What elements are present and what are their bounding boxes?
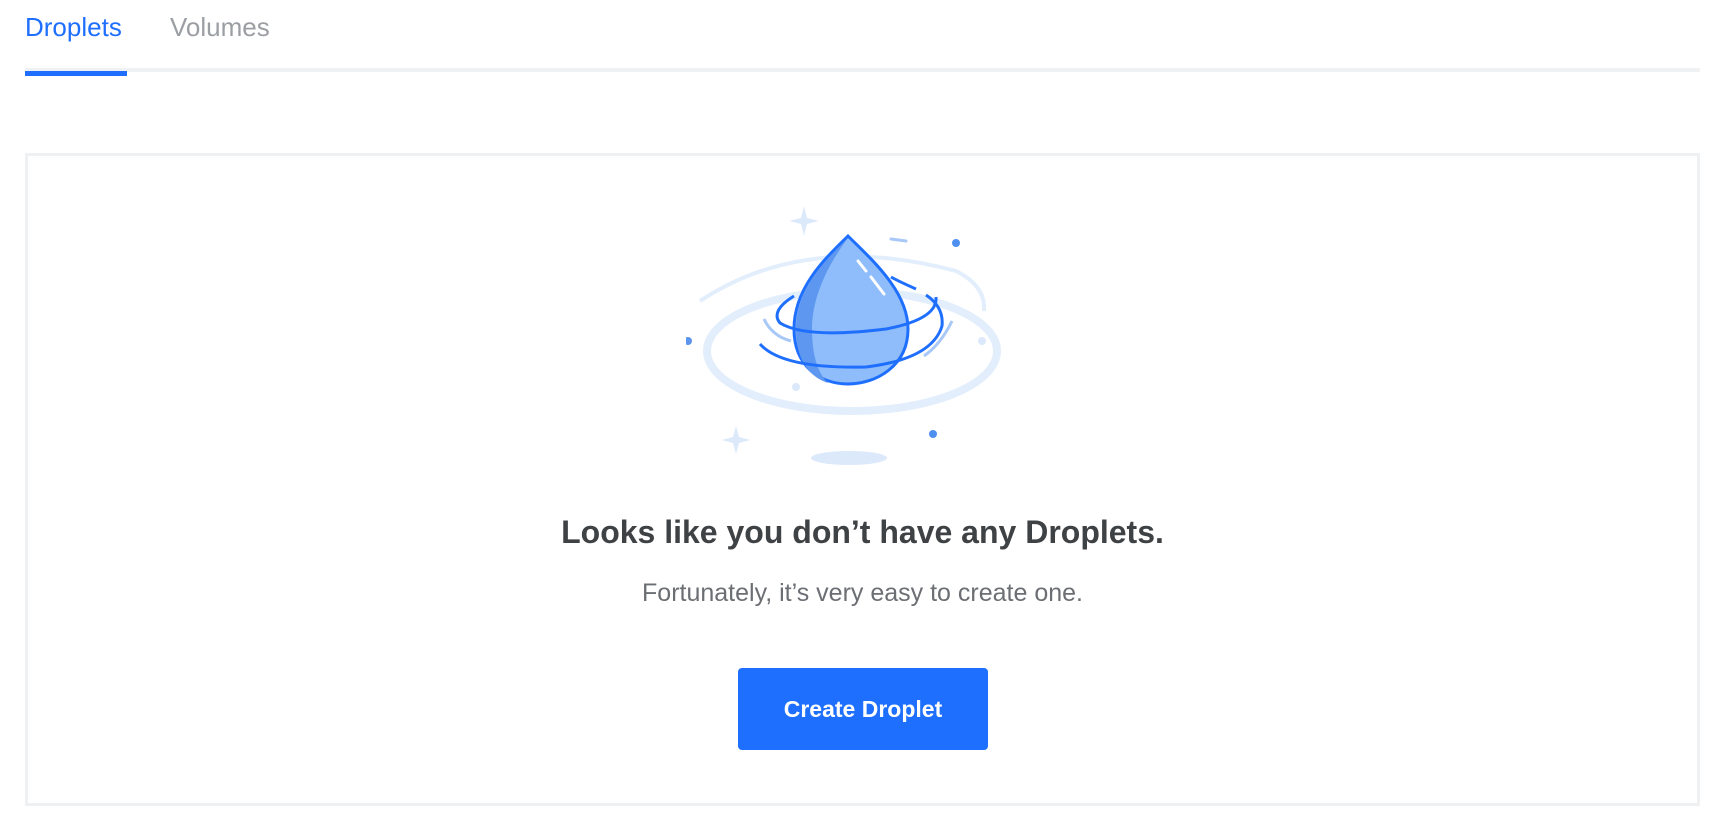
empty-state-panel: Looks like you don’t have any Droplets. … (25, 153, 1700, 806)
empty-state-headline: Looks like you don’t have any Droplets. (561, 514, 1164, 550)
tab-bar: Droplets Volumes (25, 0, 1700, 76)
water-droplet-icon (686, 206, 1001, 465)
create-droplet-button[interactable]: Create Droplet (738, 668, 988, 750)
tab-droplets[interactable]: Droplets (25, 0, 127, 76)
tab-volumes[interactable]: Volumes (170, 0, 270, 72)
empty-state-subtext: Fortunately, it’s very easy to create on… (642, 579, 1083, 607)
